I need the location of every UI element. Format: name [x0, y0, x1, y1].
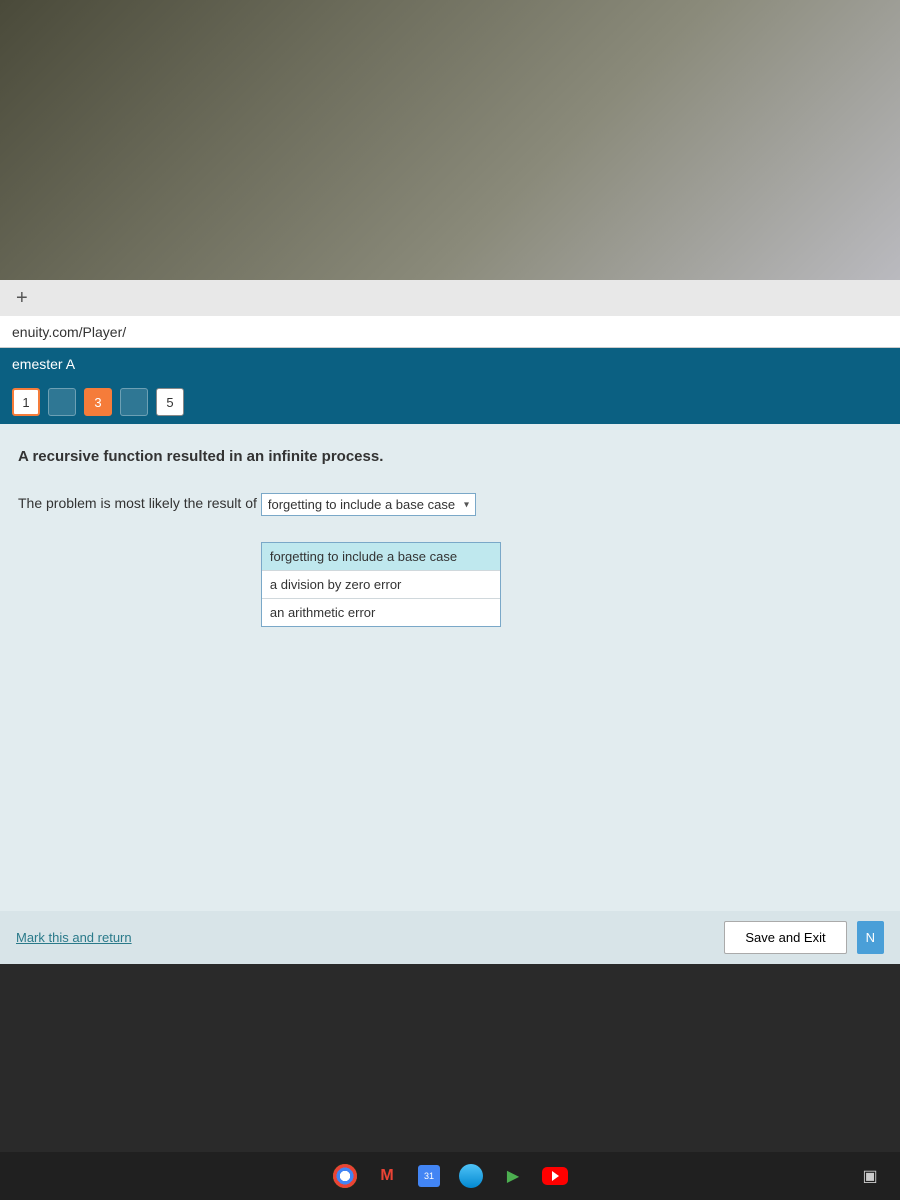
play-store-icon[interactable]: ▶: [499, 1162, 527, 1190]
url-text: enuity.com/Player/: [12, 324, 126, 340]
save-and-exit-button[interactable]: Save and Exit: [724, 921, 846, 954]
content-wrap: A recursive function resulted in an infi…: [0, 424, 900, 980]
chrome-icon[interactable]: [331, 1162, 359, 1190]
taskbar: M 31 ▶ ▣: [0, 1152, 900, 1200]
footer-bar: Mark this and return Save and Exit N: [0, 911, 900, 964]
question-nav-1[interactable]: 1: [12, 388, 40, 416]
mark-and-return-link[interactable]: Mark this and return: [16, 930, 132, 945]
course-title: emester A: [12, 356, 75, 372]
browser-tab-bar: +: [0, 280, 900, 316]
question-row: The problem is most likely the result of…: [18, 493, 882, 516]
address-bar[interactable]: enuity.com/Player/: [0, 316, 900, 348]
question-title: A recursive function resulted in an infi…: [18, 448, 882, 465]
gmail-icon[interactable]: M: [373, 1162, 401, 1190]
answer-dropdown-wrap: forgetting to include a base case ▾ forg…: [261, 493, 476, 516]
calendar-icon[interactable]: 31: [415, 1162, 443, 1190]
question-nav-5[interactable]: 5: [156, 388, 184, 416]
chevron-down-icon: ▾: [464, 499, 469, 510]
next-button[interactable]: N: [857, 921, 884, 954]
youtube-icon[interactable]: [541, 1162, 569, 1190]
action-buttons: Save and Exit N: [724, 921, 884, 954]
question-nav-3[interactable]: 3: [84, 388, 112, 416]
question-nav-4[interactable]: [120, 388, 148, 416]
dropdown-options-list: forgetting to include a base case a divi…: [261, 542, 501, 627]
question-nav-2[interactable]: [48, 388, 76, 416]
dropdown-selected-value: forgetting to include a base case: [268, 497, 455, 512]
screen: + enuity.com/Player/ emester A 1 3 5 A r…: [0, 280, 900, 1200]
question-prompt: The problem is most likely the result of: [18, 493, 257, 511]
files-icon[interactable]: [457, 1162, 485, 1190]
dropdown-option-0[interactable]: forgetting to include a base case: [262, 543, 500, 571]
dropdown-option-2[interactable]: an arithmetic error: [262, 599, 500, 626]
answer-dropdown[interactable]: forgetting to include a base case ▾: [261, 493, 476, 516]
question-panel: A recursive function resulted in an infi…: [0, 424, 900, 964]
photo-background: [0, 0, 900, 280]
course-header: emester A: [0, 348, 900, 380]
new-tab-button[interactable]: +: [8, 283, 36, 314]
dropdown-option-1[interactable]: a division by zero error: [262, 571, 500, 599]
question-nav: 1 3 5: [0, 380, 900, 424]
system-tray-icon[interactable]: ▣: [856, 1162, 884, 1190]
